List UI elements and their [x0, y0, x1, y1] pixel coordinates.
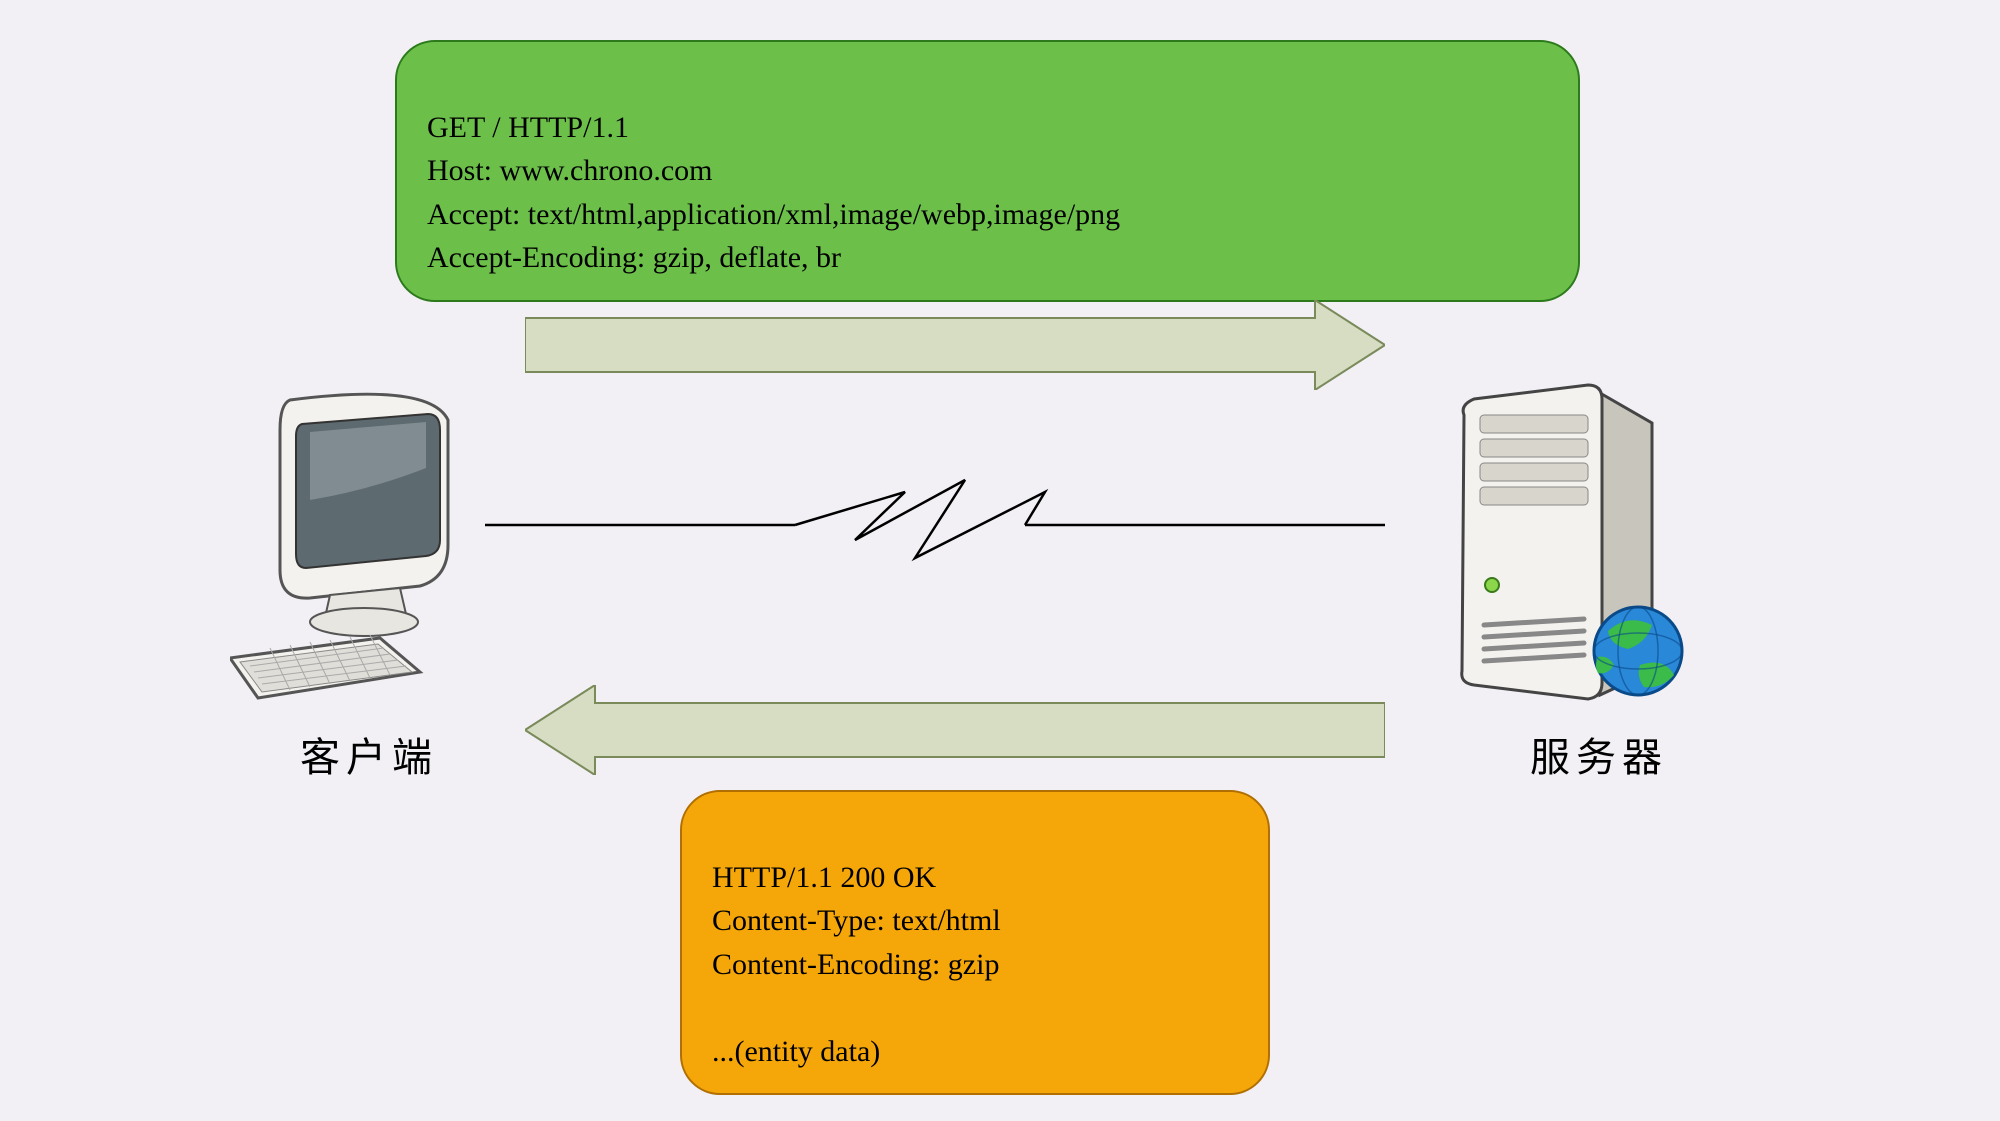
connection-zigzag-icon: [485, 470, 1385, 580]
client-computer-icon: [230, 390, 520, 720]
response-line-2: Content-Type: text/html: [712, 904, 1001, 937]
response-line-3: Content-Encoding: gzip: [712, 948, 999, 981]
request-line-2: Host: www.chrono.com: [427, 154, 713, 187]
request-line-3: Accept: text/html,application/xml,image/…: [427, 198, 1120, 231]
diagram-canvas: GET / HTTP/1.1 Host: www.chrono.com Acce…: [0, 0, 2000, 1121]
client-label: 客户端: [300, 725, 438, 783]
request-line-4: Accept-Encoding: gzip, deflate, br: [427, 241, 841, 274]
request-line-1: GET / HTTP/1.1: [427, 111, 629, 144]
server-label: 服务器: [1530, 725, 1668, 783]
response-line-1: HTTP/1.1 200 OK: [712, 861, 936, 894]
request-arrow-icon: [525, 300, 1385, 390]
response-line-5: ...(entity data): [712, 1035, 880, 1068]
http-response-box: HTTP/1.1 200 OK Content-Type: text/html …: [680, 790, 1270, 1095]
http-request-box: GET / HTTP/1.1 Host: www.chrono.com Acce…: [395, 40, 1580, 302]
server-tower-icon: [1420, 375, 1720, 705]
response-arrow-icon: [525, 685, 1385, 775]
